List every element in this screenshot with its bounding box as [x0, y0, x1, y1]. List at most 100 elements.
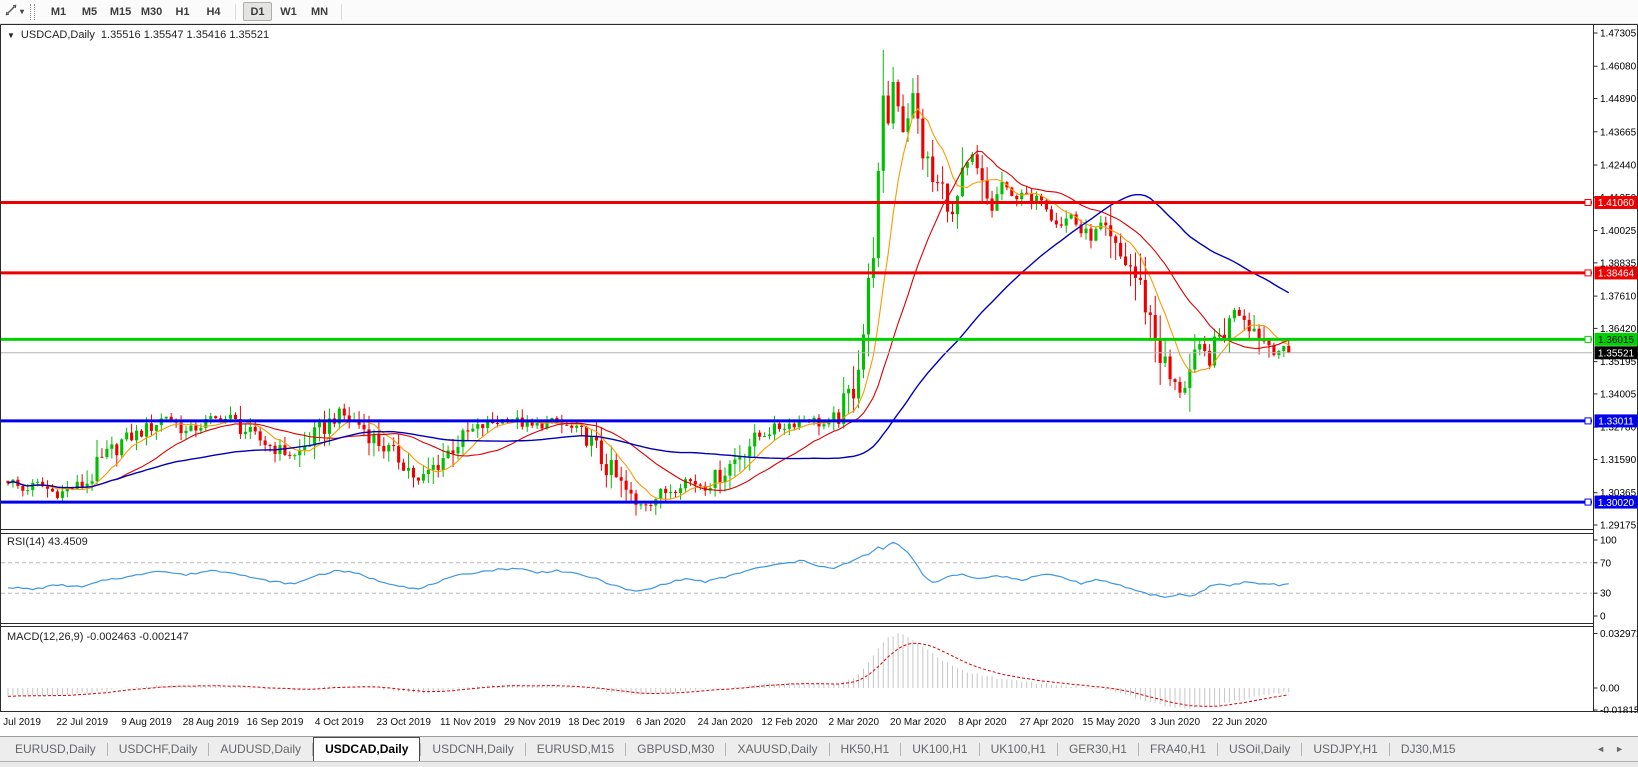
chart-title: ▼ USDCAD,Daily 1.35516 1.35547 1.35416 1… [7, 29, 269, 41]
rsi-layer [7, 541, 1289, 598]
date-label: 20 Mar 2020 [890, 717, 947, 728]
level-endpoint-marker [1584, 498, 1592, 506]
level-price-label: 1.36015 [1598, 335, 1635, 346]
status-strip [0, 761, 1638, 767]
date-label: 28 Aug 2019 [182, 717, 239, 728]
chart-tab-ger30-h1[interactable]: GER30,H1 [1058, 737, 1138, 761]
tool-dropdown-caret-icon[interactable]: ▾ [20, 7, 24, 16]
chart-tab-gbpusd-m30[interactable]: GBPUSD,M30 [626, 737, 725, 761]
price-chart-svg[interactable]: 1.473051.460801.448901.436651.424401.412… [0, 24, 1638, 713]
chart-tab-usdcad-daily[interactable]: USDCAD,Daily [313, 737, 421, 761]
date-label: 16 Sep 2019 [246, 717, 304, 728]
macd-layer [7, 632, 1290, 709]
macd-axis-tick: 0.00 [1600, 684, 1620, 695]
toolbar-grip[interactable] [30, 3, 36, 20]
date-label: 29 Nov 2019 [503, 717, 561, 728]
level-price-label: 1.38464 [1598, 269, 1635, 280]
timeframe-button-group: M1 M5 M15 M30 H1 H4 D1 W1 MN [43, 2, 348, 21]
timeframe-button-h1[interactable]: H1 [168, 2, 197, 21]
level-price-label: 1.33011 [1598, 417, 1634, 428]
timeframe-button-m5[interactable]: M5 [75, 2, 104, 21]
top-toolbar: ▾ M1 M5 M15 M30 H1 H4 D1 W1 MN [0, 0, 1638, 24]
price-axis-tick: 1.42440 [1600, 161, 1637, 172]
timeframe-button-h4[interactable]: H4 [199, 2, 228, 21]
chart-window: 1.473051.460801.448901.436651.424401.412… [0, 24, 1638, 736]
chart-tab-uk100-h1[interactable]: UK100,H1 [980, 737, 1057, 761]
date-label: 6 Jan 2020 [636, 717, 686, 728]
date-label: 22 Jul 2019 [56, 717, 109, 728]
macd-indicator-label: MACD(12,26,9) -0.002463 -0.002147 [7, 631, 189, 643]
chart-tab-usdchf-daily[interactable]: USDCHF,Daily [108, 737, 209, 761]
tab-scroll-left-button[interactable]: ◄ [1596, 744, 1605, 754]
chart-tab-dj30-m15[interactable]: DJ30,M15 [1390, 737, 1467, 761]
collapse-triangle-icon[interactable]: ▼ [7, 31, 15, 40]
tab-scroll-right-button[interactable]: ► [1615, 744, 1624, 754]
chart-tab-bar: EURUSD,Daily USDCHF,Daily AUDUSD,Daily USDC… [0, 736, 1638, 761]
chart-tab-eurusd-daily[interactable]: EURUSD,Daily [4, 737, 107, 761]
chart-tab-audusd-daily[interactable]: AUDUSD,Daily [209, 737, 312, 761]
date-label: 23 Oct 2019 [376, 717, 431, 728]
price-axis-tick: 1.40025 [1600, 226, 1637, 237]
date-label: 2 Mar 2020 [828, 717, 880, 728]
date-label: 3 Jul 2019 [0, 717, 41, 728]
price-axis-tick: 1.29175 [1600, 521, 1637, 532]
mt4-app: ▾ M1 M5 M15 M30 H1 H4 D1 W1 MN 1.47305 1.46080 1.4… [0, 0, 1638, 767]
chart-tab-usoil-daily[interactable]: USOil,Daily [1218, 737, 1301, 761]
chart-tab-usdjpy-h1[interactable]: USDJPY,H1 [1302, 737, 1388, 761]
chart-tab-uk100-h1[interactable]: UK100,H1 [901, 737, 978, 761]
timeframe-button-w1[interactable]: W1 [274, 2, 303, 21]
date-label: 18 Dec 2019 [568, 717, 625, 728]
level-price-label: 1.41060 [1598, 198, 1635, 209]
rsi-axis-tick: 70 [1600, 558, 1612, 569]
chart-ohlc-values: 1.35516 1.35547 1.35416 1.35521 [100, 29, 270, 41]
date-label: 24 Jan 2020 [697, 717, 753, 728]
level-price-label: 1.35521 [1598, 348, 1635, 359]
date-label: 11 Nov 2019 [440, 717, 496, 728]
rsi-axis-tick: 30 [1600, 589, 1612, 600]
chart-tab-eurusd-m15[interactable]: EURUSD,M15 [526, 737, 625, 761]
chart-symbol-label: USDCAD,Daily [20, 29, 95, 41]
price-axis-tick: 1.46080 [1600, 62, 1637, 73]
diagonal-arrow-icon[interactable] [4, 3, 18, 20]
level-endpoint-marker [1584, 335, 1592, 343]
macd-axis-tick: 0.032972 [1600, 629, 1638, 640]
price-axis-tick: 1.37610 [1600, 292, 1637, 303]
timeframe-button-m15[interactable]: M15 [106, 2, 135, 21]
date-label: 9 Aug 2019 [121, 717, 172, 728]
date-label: 27 Apr 2020 [1019, 717, 1074, 728]
date-label: 15 May 2020 [1082, 717, 1140, 728]
rsi-axis-tick: 0 [1600, 612, 1606, 623]
chart-tab-fra40-h1[interactable]: FRA40,H1 [1139, 737, 1217, 761]
chart-tab-xauusd-daily[interactable]: XAUUSD,Daily [726, 737, 828, 761]
level-endpoint-marker [1584, 417, 1592, 425]
price-axis-tick: 1.44890 [1600, 94, 1637, 105]
date-label: 3 Jun 2020 [1150, 717, 1201, 728]
rsi-axis-tick: 100 [1600, 536, 1617, 547]
timeframe-button-m1[interactable]: M1 [44, 2, 73, 21]
date-label: 22 Jun 2020 [1212, 717, 1268, 728]
chart-tab-hk50-h1[interactable]: HK50,H1 [830, 737, 901, 761]
rsi-indicator-label: RSI(14) 43.4509 [7, 536, 88, 548]
candles-layer [6, 49, 1291, 516]
chart-tabs: EURUSD,Daily USDCHF,Daily AUDUSD,Daily USDC… [0, 737, 1582, 761]
level-price-label: 1.30020 [1598, 498, 1635, 509]
date-label: 12 Feb 2020 [761, 717, 818, 728]
timeframe-button-mn[interactable]: MN [305, 2, 334, 21]
toolbar-separator [341, 3, 343, 20]
date-axis: 3 Jul 2019 22 Jul 2019 9 Aug 2019 28 Aug 20… [0, 713, 1592, 736]
date-label: 4 Oct 2019 [314, 717, 364, 728]
ma-fast-line [7, 107, 1290, 500]
timeframe-button-d1[interactable]: D1 [243, 2, 273, 21]
price-axis-tick: 1.47305 [1600, 29, 1637, 40]
toolbar-separator [235, 3, 237, 20]
price-axis-tick: 1.43665 [1600, 127, 1637, 138]
level-endpoint-marker [1584, 198, 1592, 206]
timeframe-button-m30[interactable]: M30 [137, 2, 166, 21]
price-axis-tick: 1.34005 [1600, 389, 1637, 400]
rsi-line [7, 541, 1289, 598]
macd-axis-tick: -0.018154 [1600, 706, 1638, 714]
chart-tab-usdcnh-daily[interactable]: USDCNH,Daily [421, 737, 524, 761]
cursor-tool-group[interactable]: ▾ [0, 3, 27, 20]
price-axis-tick: 1.31590 [1600, 455, 1637, 466]
tab-scroll-controls: ◄ ► [1582, 737, 1638, 761]
